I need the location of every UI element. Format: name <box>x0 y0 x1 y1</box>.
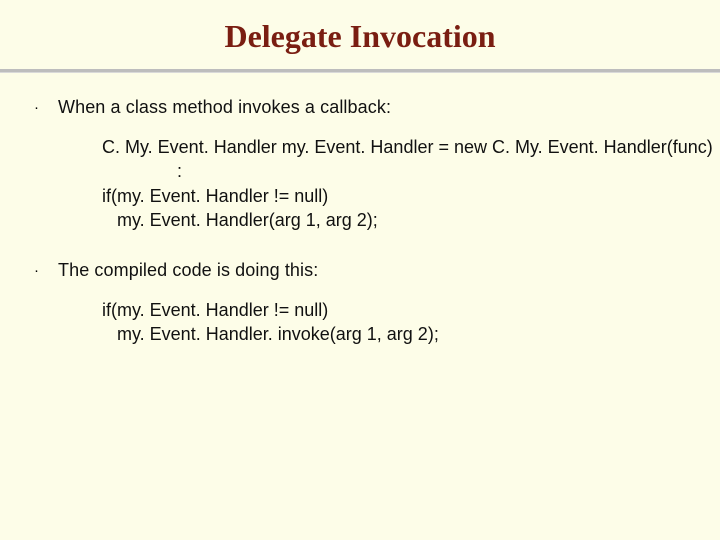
slide-title: Delegate Invocation <box>0 0 720 69</box>
bullet-glyph: · <box>30 97 58 119</box>
code-block: if(my. Event. Handler != null) my. Event… <box>102 298 690 347</box>
bullet-item: · When a class method invokes a callback… <box>30 97 690 119</box>
bullet-glyph: · <box>30 260 58 282</box>
code-block: C. My. Event. Handler my. Event. Handler… <box>102 135 690 232</box>
bullet-text: When a class method invokes a callback: <box>58 97 690 118</box>
slide-body: · When a class method invokes a callback… <box>0 75 720 347</box>
bullet-item: · The compiled code is doing this: <box>30 260 690 282</box>
bullet-text: The compiled code is doing this: <box>58 260 690 281</box>
slide: Delegate Invocation · When a class metho… <box>0 0 720 540</box>
divider-rule <box>0 69 720 75</box>
